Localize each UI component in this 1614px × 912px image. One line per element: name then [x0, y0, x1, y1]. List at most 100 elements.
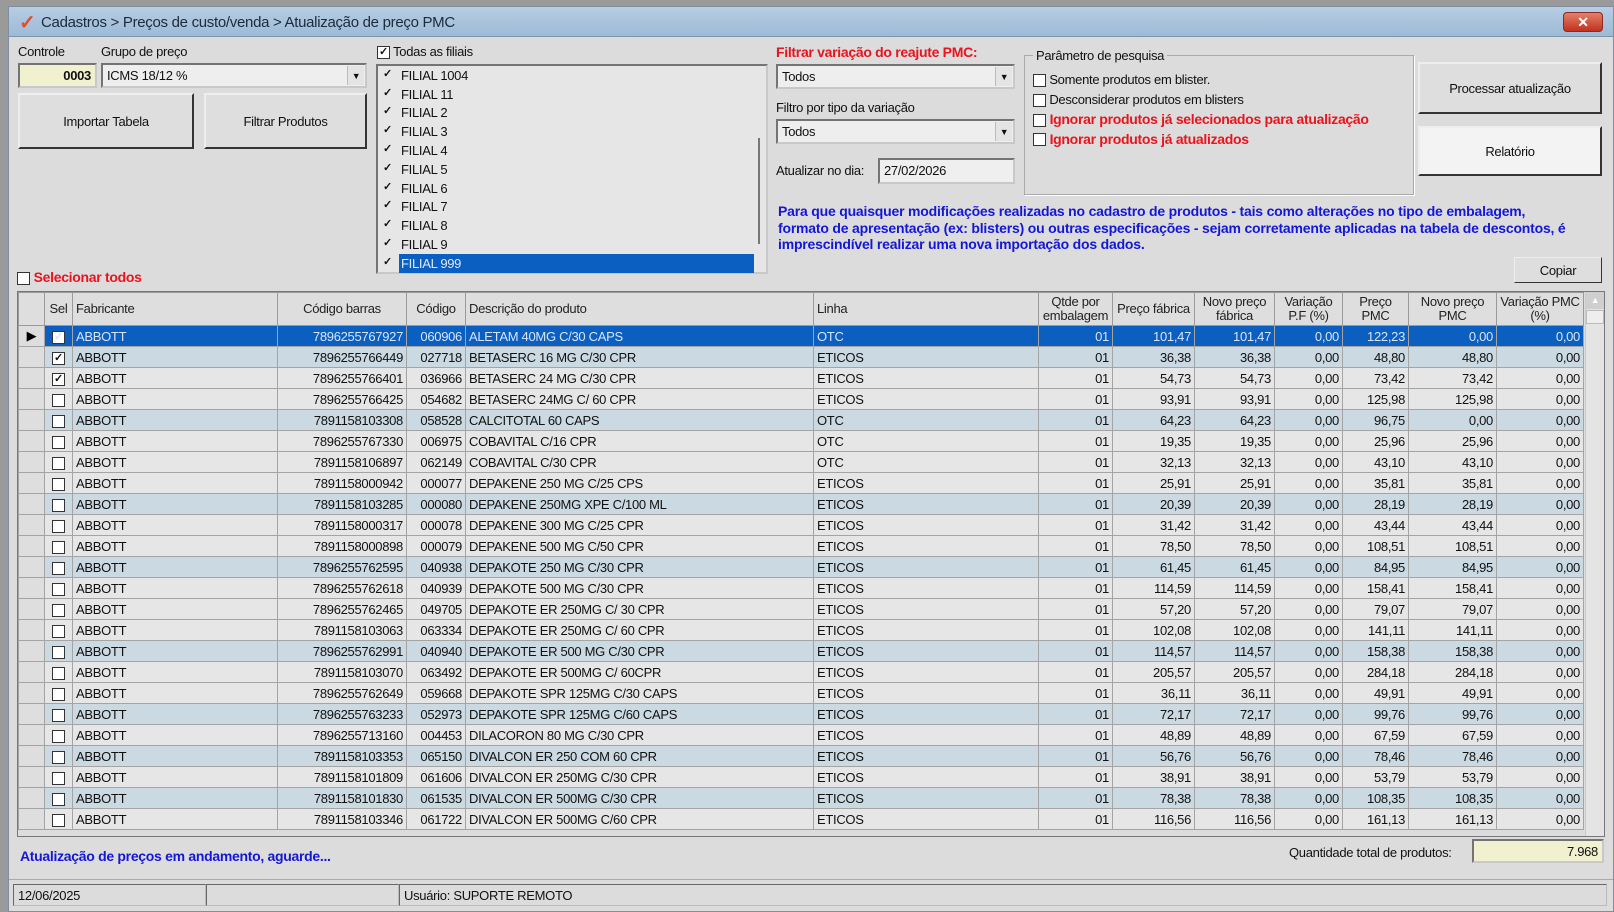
table-row[interactable]: ABBOTT 7896255762649 059668 DEPAKOTE SPR 12…: [18, 682, 1584, 704]
sel-cell[interactable]: ✓: [44, 346, 73, 368]
filial-item[interactable]: ✓ FILIAL 2: [378, 104, 766, 123]
checkbox-unchecked-icon[interactable]: [52, 708, 65, 722]
row-header[interactable]: [18, 367, 45, 389]
row-header[interactable]: [18, 745, 45, 767]
checkbox-checked-icon[interactable]: ✓: [381, 144, 394, 157]
checkbox-checked-icon[interactable]: ✓: [381, 238, 394, 251]
checkbox-checked-icon[interactable]: ✓: [381, 256, 394, 270]
sel-cell[interactable]: [44, 472, 73, 494]
row-header[interactable]: [18, 451, 45, 473]
filial-item[interactable]: ✓ FILIAL 8: [378, 216, 766, 235]
table-row[interactable]: ABBOTT 7896255762991 040940 DEPAKOTE ER 500…: [18, 640, 1584, 662]
filial-item[interactable]: ✓ FILIAL 7: [378, 198, 766, 217]
todas-filiais-checkbox[interactable]: ✓ Todas as filiais: [377, 44, 473, 60]
row-header[interactable]: ▶: [18, 325, 45, 347]
table-row[interactable]: ABBOTT 7896255762595 040938 DEPAKOTE 250 MG…: [18, 556, 1584, 578]
scroll-thumb[interactable]: [1586, 310, 1604, 324]
filiais-scrollbar[interactable]: [758, 138, 760, 244]
row-header[interactable]: [18, 661, 45, 683]
table-row[interactable]: ABBOTT 7891158000317 000078 DEPAKENE 300 MG…: [18, 514, 1584, 536]
sel-cell[interactable]: [44, 787, 73, 809]
sel-cell[interactable]: ✓: [44, 325, 73, 347]
table-row[interactable]: ABBOTT 7891158103346 061722 DIVALCON ER 500…: [18, 808, 1584, 830]
checkbox-unchecked-icon[interactable]: [52, 582, 65, 596]
sel-cell[interactable]: [44, 388, 73, 410]
sel-cell[interactable]: [44, 661, 73, 683]
sel-cell[interactable]: [44, 430, 73, 452]
column-header[interactable]: Qtde por embalagem: [1038, 292, 1113, 326]
checkbox-unchecked-icon[interactable]: [52, 813, 65, 827]
row-header[interactable]: [18, 514, 45, 536]
filial-item[interactable]: ✓ FILIAL 6: [378, 179, 766, 198]
table-row[interactable]: ABBOTT 7891158101830 061535 DIVALCON ER 500…: [18, 787, 1584, 809]
table-row[interactable]: ABBOTT 7891158106897 062149 COBAVITAL C/30 …: [18, 451, 1584, 473]
row-header[interactable]: [18, 472, 45, 494]
checkbox-unchecked-icon[interactable]: [52, 729, 65, 743]
checkbox-unchecked-icon[interactable]: [52, 624, 65, 638]
checkbox-unchecked-icon[interactable]: [52, 498, 65, 512]
column-header[interactable]: Fabricante: [72, 292, 278, 326]
sel-cell[interactable]: [44, 535, 73, 557]
parametro-option-checkbox[interactable]: Somente produtos em blister.: [1033, 72, 1210, 88]
checkbox-unchecked-icon[interactable]: [52, 477, 65, 491]
table-row[interactable]: ✓ ABBOTT 7896255766449 027718 BETASERC 16 MG…: [18, 346, 1584, 368]
checkbox-unchecked-icon[interactable]: [52, 414, 65, 428]
checkbox-checked-icon[interactable]: ✓: [381, 181, 394, 195]
filial-item[interactable]: ✓ FILIAL 9: [378, 235, 766, 254]
checkbox-checked-icon[interactable]: ✓: [381, 219, 394, 232]
column-header[interactable]: Variação P.F (%): [1274, 292, 1343, 326]
column-header[interactable]: Descrição do produto: [465, 292, 814, 326]
row-header[interactable]: [18, 766, 45, 788]
table-row[interactable]: ABBOTT 7896255713160 004453 DILACORON 80 MG…: [18, 724, 1584, 746]
column-header[interactable]: Novo preço PMC: [1408, 292, 1497, 326]
checkbox-unchecked-icon[interactable]: [52, 666, 65, 680]
sel-cell[interactable]: [44, 556, 73, 578]
sel-cell[interactable]: [44, 808, 73, 830]
grupo-preco-select[interactable]: ICMS 18/12 % ▼: [101, 63, 367, 88]
row-header[interactable]: [18, 619, 45, 641]
atualizar-dia-input[interactable]: 27/02/2026: [878, 158, 1015, 184]
table-row[interactable]: ABBOTT 7896255762618 040939 DEPAKOTE 500 MG…: [18, 577, 1584, 599]
sel-cell[interactable]: [44, 577, 73, 599]
checkbox-unchecked-icon[interactable]: [52, 561, 65, 575]
table-row[interactable]: ABBOTT 7896255767330 006975 COBAVITAL C/16 …: [18, 430, 1584, 452]
row-header[interactable]: [18, 787, 45, 809]
column-header[interactable]: Sel: [44, 292, 73, 326]
filial-item[interactable]: ✓ FILIAL 5: [378, 160, 766, 179]
checkbox-unchecked-icon[interactable]: [52, 540, 65, 554]
close-button[interactable]: ✕: [1563, 12, 1603, 32]
copiar-button[interactable]: Copiar: [1514, 257, 1602, 283]
sel-cell[interactable]: [44, 619, 73, 641]
filiais-list[interactable]: ✓ FILIAL 1004 ✓ FILIAL 11 ✓ FILIAL 2 ✓ FILIAL 3…: [376, 64, 768, 274]
table-row[interactable]: ABBOTT 7891158103353 065150 DIVALCON ER 250…: [18, 745, 1584, 767]
vertical-scrollbar[interactable]: ▲: [1585, 292, 1604, 836]
column-header[interactable]: Código: [406, 292, 466, 326]
row-header[interactable]: [18, 430, 45, 452]
column-header[interactable]: Novo preço fábrica: [1194, 292, 1275, 326]
checkbox-checked-icon[interactable]: ✓: [381, 162, 394, 176]
relatorio-button[interactable]: Relatório: [1418, 126, 1602, 176]
table-row[interactable]: ABBOTT 7891158103285 000080 DEPAKENE 250MG …: [18, 493, 1584, 515]
sel-cell[interactable]: [44, 745, 73, 767]
sel-cell[interactable]: [44, 409, 73, 431]
products-grid[interactable]: Sel Fabricante Código barras Código Descriçã…: [17, 291, 1605, 837]
row-header[interactable]: [18, 556, 45, 578]
table-row[interactable]: ABBOTT 7891158000942 000077 DEPAKENE 250 MG…: [18, 472, 1584, 494]
parametro-option-checkbox[interactable]: Ignorar produtos já selecionados para at…: [1033, 111, 1369, 127]
checkbox-unchecked-icon[interactable]: [52, 456, 65, 470]
checkbox-checked-icon[interactable]: ✓: [381, 200, 394, 213]
checkbox-checked-icon[interactable]: ✓: [52, 351, 65, 365]
importar-tabela-button[interactable]: Importar Tabela: [18, 93, 194, 149]
checkbox-unchecked-icon[interactable]: [52, 435, 65, 449]
checkbox-checked-icon[interactable]: ✓: [381, 125, 394, 138]
checkbox-checked-icon[interactable]: ✓: [381, 87, 394, 101]
sel-cell[interactable]: [44, 640, 73, 662]
checkbox-checked-icon[interactable]: ✓: [381, 68, 394, 82]
table-row[interactable]: ABBOTT 7891158101809 061606 DIVALCON ER 250…: [18, 766, 1584, 788]
row-header[interactable]: [18, 598, 45, 620]
checkbox-unchecked-icon[interactable]: [52, 750, 65, 764]
scroll-up-icon[interactable]: ▲: [1586, 292, 1604, 309]
checkbox-unchecked-icon[interactable]: [52, 645, 65, 659]
filial-item[interactable]: ✓ FILIAL 4: [378, 141, 766, 160]
table-row[interactable]: ▶ ✓ ABBOTT 7896255767927 060906 ALETAM 40MG C…: [18, 325, 1584, 347]
